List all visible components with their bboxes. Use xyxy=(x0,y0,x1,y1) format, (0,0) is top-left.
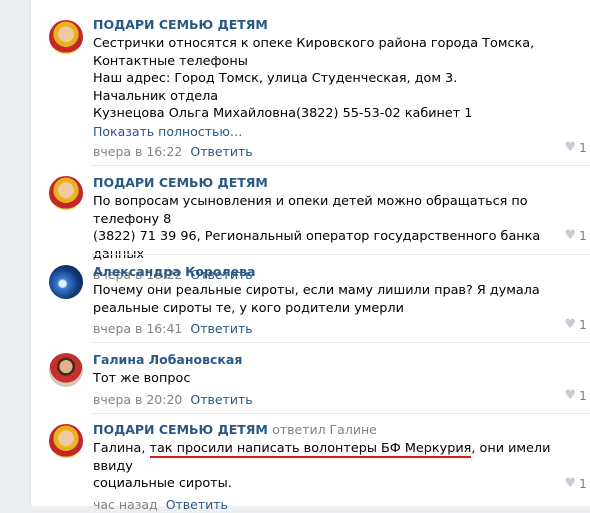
avatar[interactable] xyxy=(49,353,83,387)
comment-text: Галина, так просили написать волонтеры Б… xyxy=(93,440,563,493)
comment: ПОДАРИ СЕМЬЮ ДЕТЯМ ответил Галине Галина… xyxy=(31,414,590,512)
comment-text-line: социальные сироты. xyxy=(93,476,232,491)
heart-icon: ♥ xyxy=(564,228,577,243)
comment-author[interactable]: Галина Лобановская xyxy=(93,352,563,368)
comment-text-line: Сестрички относятся к опеке Кировского р… xyxy=(93,36,535,51)
comment-author[interactable]: Александра Королева xyxy=(93,264,563,280)
like-count: 1 xyxy=(579,476,587,491)
reply-button[interactable]: Ответить xyxy=(166,497,228,512)
highlighted-text: так просили написать волонтеры БФ Меркур… xyxy=(149,441,472,458)
comment-text: По вопросам усыновления и опеки детей мо… xyxy=(93,193,563,263)
heart-icon: ♥ xyxy=(564,140,577,155)
comment-time[interactable]: вчера в 20:20 xyxy=(93,392,182,407)
comment-text-line: По вопросам усыновления и опеки детей мо… xyxy=(93,194,528,227)
like-button[interactable]: ♥ 1 xyxy=(564,388,587,403)
comments-panel: ПОДАРИ СЕМЬЮ ДЕТЯМ Сестрички относятся к… xyxy=(30,0,590,512)
reply-button[interactable]: Ответить xyxy=(190,392,252,407)
heart-icon: ♥ xyxy=(564,317,577,332)
avatar[interactable] xyxy=(49,176,83,210)
comment-author[interactable]: ПОДАРИ СЕМЬЮ ДЕТЯМ xyxy=(93,175,563,191)
like-count: 1 xyxy=(579,388,587,403)
like-button[interactable]: ♥ 1 xyxy=(564,317,587,332)
comment-meta: вчера в 16:41 Ответить xyxy=(93,321,563,337)
comment-text-line: Начальник отдела xyxy=(93,88,219,104)
comment-author[interactable]: ПОДАРИ СЕМЬЮ ДЕТЯМ xyxy=(93,17,563,33)
comment-text: Почему они реальные сироты, если маму ли… xyxy=(93,282,563,317)
comment-text-line: Почему они реальные сироты, если маму ли… xyxy=(93,283,540,298)
comment-meta: вчера в 16:22 Ответить xyxy=(93,144,563,160)
like-button[interactable]: ♥ 1 xyxy=(564,228,587,243)
comment-text-line: Контактные телефоны xyxy=(93,53,248,69)
comment-time[interactable]: вчера в 16:41 xyxy=(93,321,182,336)
comment: Галина Лобановская Тот же вопрос вчера в… xyxy=(31,343,590,414)
comment: ПОДАРИ СЕМЬЮ ДЕТЯМ Сестрички относятся к… xyxy=(31,0,590,166)
reply-button[interactable]: Ответить xyxy=(190,144,252,159)
comment-meta: вчера в 20:20 Ответить xyxy=(93,392,563,408)
like-button[interactable]: ♥ 1 xyxy=(564,476,587,491)
comment-time[interactable]: час назад xyxy=(93,497,158,512)
avatar[interactable] xyxy=(49,424,83,458)
avatar[interactable] xyxy=(49,20,83,54)
comment-author-name[interactable]: ПОДАРИ СЕМЬЮ ДЕТЯМ xyxy=(93,422,268,437)
comment-meta: час назад Ответить xyxy=(93,497,563,513)
heart-icon: ♥ xyxy=(564,476,577,491)
replied-to-label[interactable]: ответил Галине xyxy=(272,422,377,437)
show-more-link[interactable]: Показать полностью… xyxy=(93,123,563,141)
comment-text-line: Наш адрес: Город Томск, улица Студенческ… xyxy=(93,71,458,86)
comment-text-line: Тот же вопрос xyxy=(93,371,191,386)
text-segment: Галина, xyxy=(93,441,150,456)
comment-text-line: Галина, так просили написать волонтеры Б… xyxy=(93,440,563,475)
comment: ПОДАРИ СЕМЬЮ ДЕТЯМ По вопросам усыновлен… xyxy=(31,166,590,282)
comment-text: Тот же вопрос xyxy=(93,370,563,388)
like-count: 1 xyxy=(579,228,587,243)
comment: Александра Королева Почему они реальные … xyxy=(31,255,590,343)
heart-icon: ♥ xyxy=(564,388,577,403)
comment-text-line: Кузнецова Ольга Михайловна(3822) 55-53-0… xyxy=(93,106,473,121)
like-button[interactable]: ♥ 1 xyxy=(564,140,587,155)
like-count: 1 xyxy=(579,140,587,155)
like-count: 1 xyxy=(579,317,587,332)
avatar[interactable] xyxy=(49,265,83,299)
comment-text: Сестрички относятся к опеке Кировского р… xyxy=(93,35,563,123)
comment-time[interactable]: вчера в 16:22 xyxy=(93,144,182,159)
comment-text-line: реальные сироты те, у кого родители умер… xyxy=(93,300,404,316)
comment-author: ПОДАРИ СЕМЬЮ ДЕТЯМ ответил Галине xyxy=(93,422,563,438)
reply-button[interactable]: Ответить xyxy=(190,321,252,336)
